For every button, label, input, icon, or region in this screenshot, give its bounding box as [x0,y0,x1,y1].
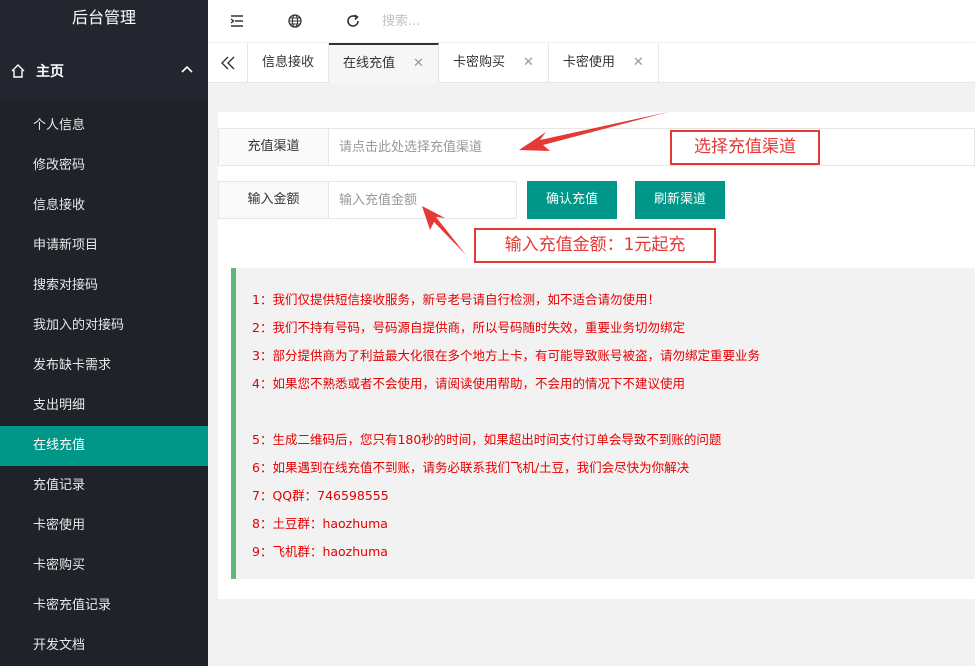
notice-line: 4：如果您不熟悉或者不会使用，请阅读使用帮助，不会用的情况下不建议使用 [252,376,685,391]
notice-line: 1：我们仅提供短信接收服务，新号老号请自行检测，如不适合请勿使用！ [252,292,660,307]
refresh-channel-button[interactable]: 刷新渠道 [635,181,726,219]
search-input[interactable] [382,13,582,29]
annotation-amount: 输入充值金额：1元起充 [474,228,716,263]
tab-label: 信息接收 [262,55,315,70]
amount-row: 输入金额 确认充值 刷新渠道 [218,181,726,219]
tab-card-buy[interactable]: 卡密购买 ✕ [439,43,549,83]
sidebar-menu: 个人信息 修改密码 信息接收 申请新项目 搜索对接码 我加入的对接码 发布缺卡需… [0,100,208,666]
tab-card-use[interactable]: 卡密使用 ✕ [549,43,659,83]
top-bar [208,0,975,43]
website-button[interactable] [266,0,324,43]
amount-label: 输入金额 [218,181,328,219]
notice-line: 5：生成二维码后，您只有180秒的时间，如果超出时间支付订单会导致不到账的问题 [252,432,722,447]
sidebar-item-card-buy[interactable]: 卡密购买 [0,546,208,586]
notice-line: 2：我们不持有号码，号码源自提供商，所以号码随时失效，重要业务切勿绑定 [252,320,685,335]
sidebar-item-card-recharge-records[interactable]: 卡密充值记录 [0,586,208,626]
notice-line: 6：如果遇到在线充值不到账，请务必联系我们飞机/土豆，我们会尽快为你解决 [252,460,690,475]
sidebar-home-label: 主页 [36,64,64,80]
sidebar: 后台管理 主页 个人信息 修改密码 信息接收 申请新项目 搜索对接码 我加入的对… [0,0,208,666]
close-icon[interactable]: ✕ [523,43,534,83]
sidebar-item-card-use[interactable]: 卡密使用 [0,506,208,546]
sidebar-item-expenses[interactable]: 支出明细 [0,386,208,426]
confirm-recharge-button[interactable]: 确认充值 [527,181,618,219]
sidebar-item-online-recharge[interactable]: 在线充值 [0,426,208,466]
refresh-button[interactable] [324,0,382,43]
sidebar-item-recharge-records[interactable]: 充值记录 [0,466,208,506]
sidebar-item-profile[interactable]: 个人信息 [0,106,208,146]
tab-online-recharge[interactable]: 在线充值 ✕ [329,43,439,83]
tab-bar: 信息接收 在线充值 ✕ 卡密购买 ✕ 卡密使用 ✕ [208,43,975,83]
sidebar-item-home[interactable]: 主页 [0,42,208,100]
sidebar-item-post-demand[interactable]: 发布缺卡需求 [0,346,208,386]
main-content: 充值渠道 输入金额 确认充值 刷新渠道 1：我们仅提供短信接收服务，新号老号请自… [208,84,975,666]
sidebar-title: 后台管理 [0,0,208,42]
amount-input[interactable] [328,181,517,219]
refresh-icon [347,14,359,27]
tab-scroll-left-button[interactable] [208,43,248,83]
globe-icon [288,14,302,28]
tab-receive-sms[interactable]: 信息接收 [248,43,330,83]
sidebar-item-search-code[interactable]: 搜索对接码 [0,266,208,306]
channel-label: 充值渠道 [218,128,328,166]
tab-label: 卡密使用 [562,55,615,70]
sidebar-item-my-codes[interactable]: 我加入的对接码 [0,306,208,346]
notice-spacer [252,398,975,426]
channel-row: 充值渠道 [218,128,975,166]
double-chevron-left-icon [220,56,234,70]
channel-select[interactable] [328,128,975,166]
notice-line: 8：土豆群：haozhuma [252,516,388,531]
notice-line: 3：部分提供商为了利益最大化很在多个地方上卡，有可能导致账号被盗，请勿绑定重要业… [252,348,760,363]
chevron-up-icon[interactable] [180,62,194,76]
annotation-channel: 选择充值渠道 [670,130,820,165]
indent-icon [230,15,243,27]
tab-label: 在线充值 [343,56,396,71]
notice-box: 1：我们仅提供短信接收服务，新号老号请自行检测，如不适合请勿使用！ 2：我们不持… [231,268,975,579]
recharge-card: 充值渠道 输入金额 确认充值 刷新渠道 1：我们仅提供短信接收服务，新号老号请自… [218,112,975,599]
notice-line: 7：QQ群：746598555 [252,488,389,503]
notice-line: 9：飞机群：haozhuma [252,544,388,559]
sidebar-item-receive-sms[interactable]: 信息接收 [0,186,208,226]
sidebar-item-apply-project[interactable]: 申请新项目 [0,226,208,266]
sidebar-item-dev-docs[interactable]: 开发文档 [0,626,208,666]
menu-toggle-button[interactable] [208,0,266,43]
close-icon[interactable]: ✕ [633,43,644,83]
sidebar-item-change-password[interactable]: 修改密码 [0,146,208,186]
tab-label: 卡密购买 [452,55,505,70]
close-icon[interactable]: ✕ [413,46,424,82]
home-icon [11,64,25,78]
